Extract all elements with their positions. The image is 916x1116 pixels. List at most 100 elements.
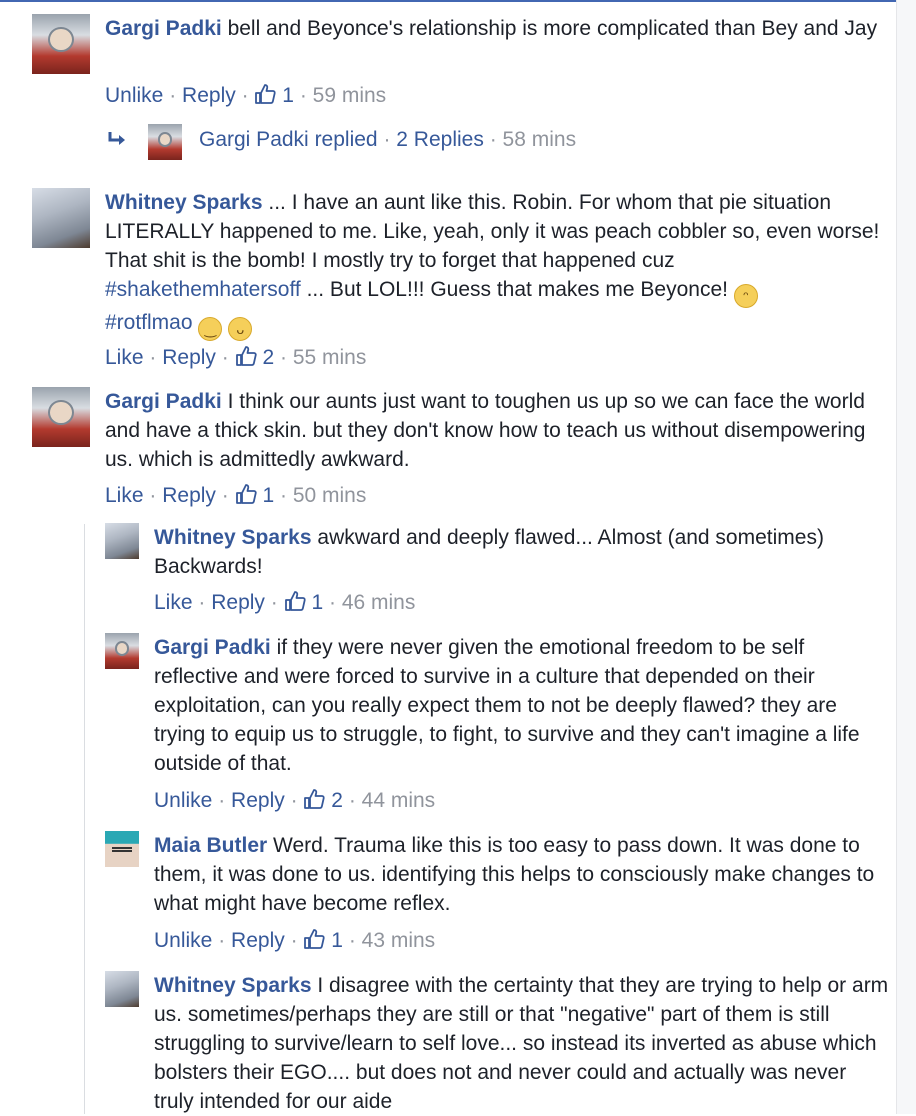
separator: · [290, 789, 298, 812]
like-count[interactable]: 1 [303, 929, 343, 952]
timestamp: 58 mins [502, 128, 577, 151]
separator: · [383, 128, 391, 151]
timestamp[interactable]: 50 mins [293, 484, 367, 507]
comment-actions: Unlike · Reply · 2 · 44 mins [154, 787, 435, 815]
unlike-link[interactable]: Unlike [154, 789, 212, 812]
comment-actions: Unlike · Reply · 1 · 43 mins [154, 927, 435, 955]
timestamp[interactable]: 43 mins [362, 929, 436, 952]
avatar[interactable] [105, 633, 139, 669]
tongue-face-icon: ᴗ [228, 317, 253, 341]
reply-link[interactable]: Reply [162, 484, 216, 507]
reply-link[interactable]: Reply [211, 591, 265, 614]
separator: · [198, 591, 206, 614]
top-border [0, 0, 916, 2]
like-count-value: 2 [262, 346, 275, 369]
thumbs-up-icon [304, 929, 326, 949]
timestamp[interactable]: 46 mins [342, 591, 416, 614]
replied-verb: replied [314, 128, 378, 151]
like-link[interactable]: Like [105, 346, 144, 369]
separator: · [328, 591, 336, 614]
comment-body: Whitney Sparks awkward and deeply flawed… [154, 523, 889, 581]
like-count-value: 1 [282, 84, 294, 107]
avatar[interactable] [32, 387, 90, 447]
thumbs-up-icon [255, 84, 277, 104]
comment-actions: Like · Reply · 1 · 46 mins [154, 589, 415, 617]
unlike-link[interactable]: Unlike [154, 929, 212, 952]
separator: · [290, 929, 298, 952]
timestamp[interactable]: 59 mins [313, 84, 387, 107]
thumbs-up-icon [284, 591, 306, 611]
reply-thread-line [84, 524, 85, 1114]
comment-author[interactable]: Gargi Padki [105, 390, 222, 413]
separator: · [279, 346, 287, 369]
comment-author[interactable]: Gargi Padki [154, 636, 271, 659]
comment-body: Whitney Sparks ... I have an aunt like t… [105, 188, 890, 341]
comment-body: Whitney Sparks I disagree with the certa… [154, 971, 889, 1116]
comment-actions: Like · Reply · 2 · 55 mins [105, 344, 366, 372]
comment-body: Gargi Padki bell and Beyonce's relations… [105, 14, 890, 43]
comment-author[interactable]: Maia Butler [154, 834, 267, 857]
comment-author[interactable]: Gargi Padki [105, 17, 222, 40]
avatar[interactable] [32, 188, 90, 248]
like-link[interactable]: Like [105, 484, 144, 507]
separator: · [270, 591, 278, 614]
like-count[interactable]: 2 [303, 789, 343, 812]
separator: · [149, 484, 157, 507]
comment-body: Gargi Padki if they were never given the… [154, 633, 889, 778]
reply-link[interactable]: Reply [162, 346, 216, 369]
separator: · [221, 484, 229, 507]
replies-summary[interactable]: Gargi Padki replied · 2 Replies · 58 min… [199, 122, 576, 158]
timestamp[interactable]: 55 mins [293, 346, 367, 369]
avatar[interactable] [32, 14, 90, 74]
like-link[interactable]: Like [154, 591, 193, 614]
separator: · [299, 84, 307, 107]
comment-actions: Like · Reply · 1 · 50 mins [105, 482, 366, 510]
thumbs-up-icon [235, 346, 257, 366]
comment-body: Maia Butler Werd. Trauma like this is to… [154, 831, 889, 918]
like-count[interactable]: 1 [284, 591, 324, 614]
like-count[interactable]: 1 [254, 84, 294, 107]
avatar[interactable] [105, 831, 139, 867]
like-count[interactable]: 2 [235, 346, 275, 369]
thumbs-up-icon [235, 484, 257, 504]
like-count-value: 1 [262, 484, 275, 507]
like-count[interactable]: 1 [235, 484, 275, 507]
avatar[interactable] [105, 971, 139, 1007]
reply-link[interactable]: Reply [182, 84, 236, 107]
comment-body: Gargi Padki I think our aunts just want … [105, 387, 890, 474]
comment-author[interactable]: Whitney Sparks [105, 191, 263, 214]
unlike-link[interactable]: Unlike [105, 84, 163, 107]
smiling-face-icon: ‿ [198, 317, 223, 341]
comment-author[interactable]: Whitney Sparks [154, 974, 312, 997]
avatar [148, 124, 182, 160]
reply-arrow-icon [108, 132, 125, 145]
separator: · [221, 346, 229, 369]
like-count-value: 1 [311, 591, 324, 614]
reply-link[interactable]: Reply [231, 929, 285, 952]
separator: · [241, 84, 249, 107]
separator: · [218, 789, 226, 812]
thumbs-up-icon [304, 789, 326, 809]
replies-count: 2 Replies [396, 128, 484, 151]
reply-link[interactable]: Reply [231, 789, 285, 812]
like-count-value: 2 [331, 789, 343, 812]
separator: · [489, 128, 497, 151]
replied-author: Gargi Padki [199, 128, 309, 151]
avatar[interactable] [105, 523, 139, 559]
separator: · [348, 929, 356, 952]
separator: · [348, 789, 356, 812]
separator: · [279, 484, 287, 507]
timestamp[interactable]: 44 mins [362, 789, 436, 812]
comment-author[interactable]: Whitney Sparks [154, 526, 312, 549]
comment-text: ... But LOL!!! Guess that makes me Beyon… [306, 278, 728, 301]
separator: · [149, 346, 157, 369]
separator: · [169, 84, 177, 107]
comment-actions: Unlike · Reply · 1 · 59 mins [105, 82, 386, 110]
grinning-face-icon: ᵔ [733, 284, 758, 308]
hashtag-link[interactable]: #rotflmao [105, 311, 193, 334]
separator: · [218, 929, 226, 952]
comment-text: bell and Beyonce's relationship is more … [227, 17, 878, 40]
page-right-edge [896, 0, 916, 1114]
hashtag-link[interactable]: #shakethemhatersoff [105, 278, 301, 301]
like-count-value: 1 [331, 929, 343, 952]
